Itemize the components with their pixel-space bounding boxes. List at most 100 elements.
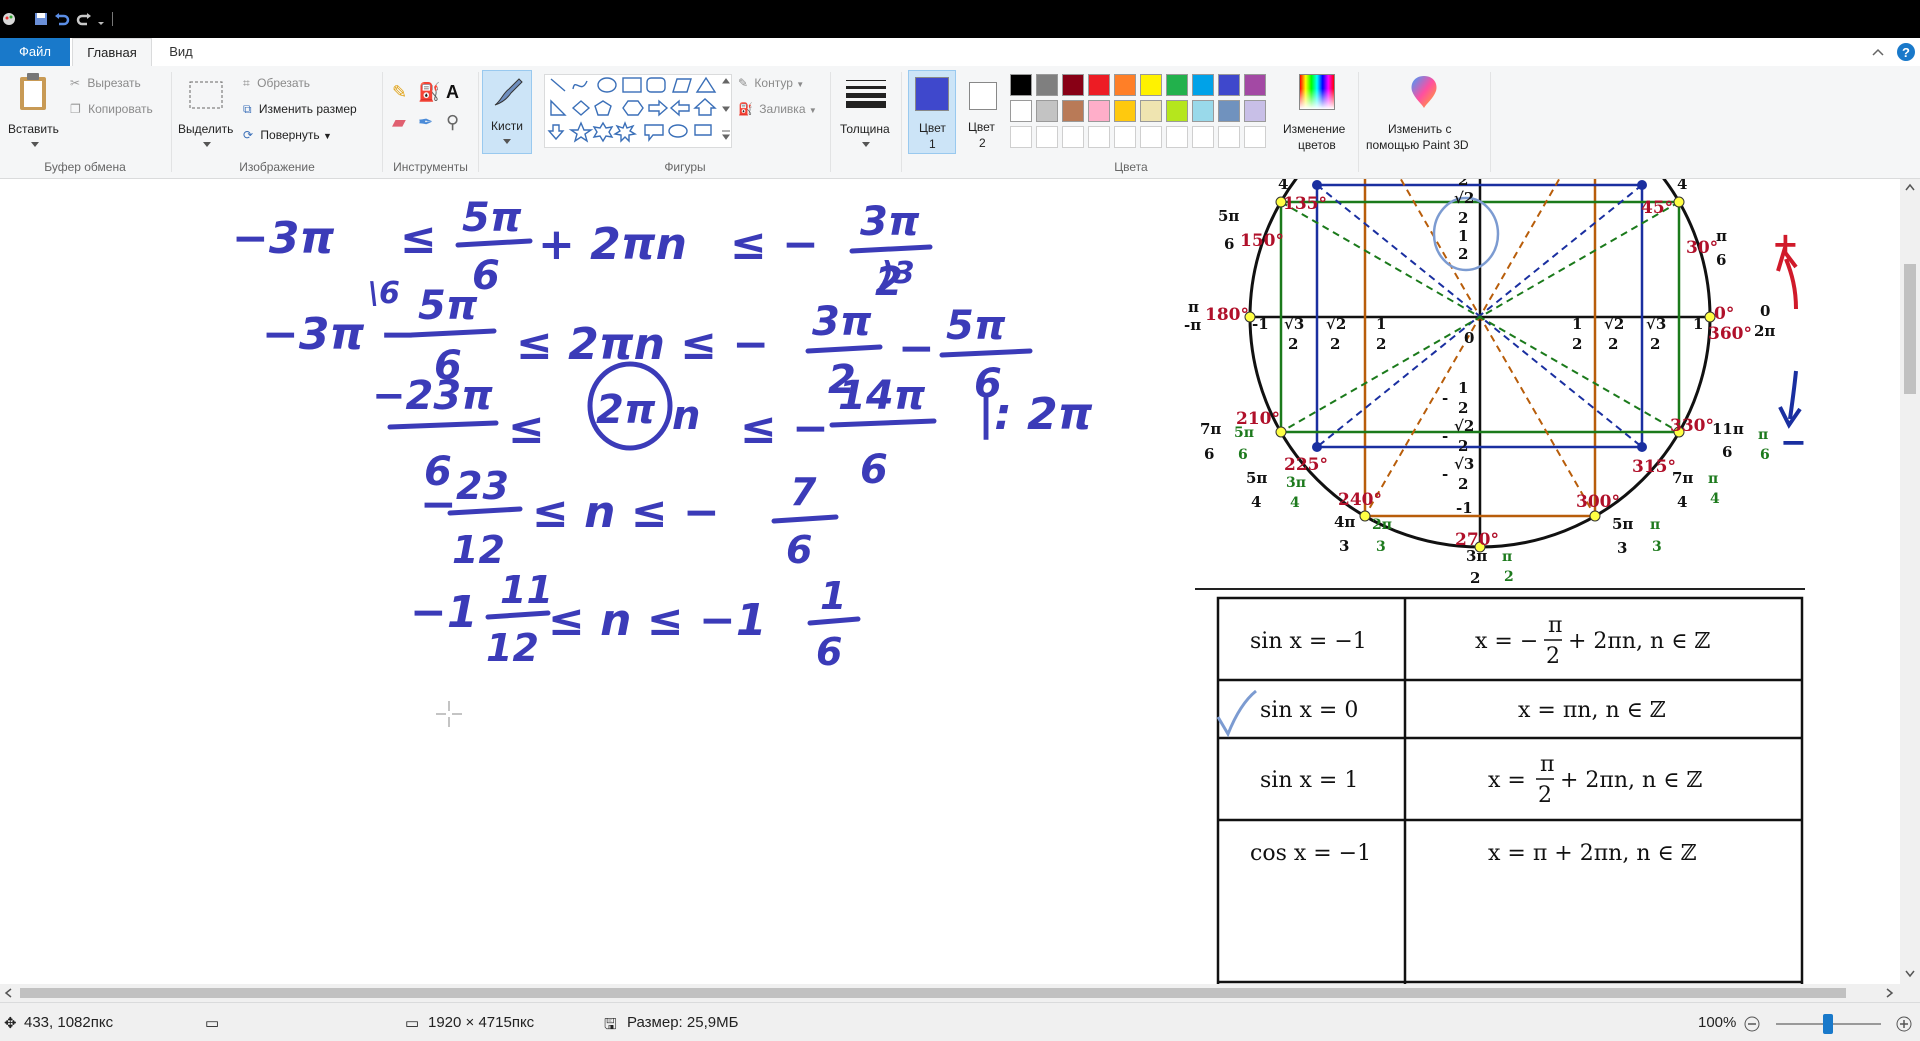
hw-4-b: ≤ n ≤ − — [532, 487, 720, 538]
scroll-right-icon[interactable] — [1886, 988, 1894, 998]
brushes-button[interactable]: Кисти — [482, 70, 532, 154]
formula-table: sin x = −1 x = − π 2 + 2πn, n ∈ ℤ sin x … — [1216, 596, 1804, 984]
rad-330-alt-num: π — [1758, 427, 1768, 443]
palette-color-swatch[interactable] — [1062, 74, 1084, 96]
palette-color-swatch[interactable] — [1244, 74, 1266, 96]
edit-colors-button[interactable]: Изменение цветов — [1280, 70, 1354, 154]
palette-color-swatch[interactable] — [1010, 100, 1032, 122]
text-tool-icon[interactable]: A — [446, 82, 459, 103]
zoom-out-icon[interactable] — [1744, 1016, 1760, 1032]
image-group-label: Изображение — [239, 160, 315, 174]
palette-color-swatch[interactable] — [1088, 126, 1110, 148]
scroll-up-icon[interactable] — [1905, 183, 1915, 191]
formula-row-3-pre: x = — [1488, 768, 1526, 793]
palette-color-swatch[interactable] — [1140, 126, 1162, 148]
magnifier-icon[interactable]: ⚲ — [446, 112, 459, 133]
palette-color-swatch[interactable] — [1166, 100, 1188, 122]
palette-color-swatch[interactable] — [1166, 74, 1188, 96]
rad-210-num: 7π — [1200, 420, 1221, 438]
palette-color-swatch[interactable] — [1218, 100, 1240, 122]
copy-button[interactable]: ❐ Копировать — [70, 102, 153, 116]
horizontal-scrollbar[interactable] — [0, 984, 1900, 1002]
rad-180-top: π — [1188, 298, 1199, 316]
crop-button[interactable]: ⌗ Обрезать — [243, 76, 310, 91]
horizontal-scroll-thumb[interactable] — [20, 988, 1846, 998]
palette-color-swatch[interactable] — [1010, 74, 1032, 96]
color1-button[interactable]: Цвет 1 — [908, 70, 956, 154]
shapes-gallery[interactable] — [544, 74, 732, 148]
palette-color-swatch[interactable] — [1088, 100, 1110, 122]
formula-row-1-post: + 2πn, n ∈ ℤ — [1568, 629, 1711, 654]
palette-color-swatch[interactable] — [1166, 126, 1188, 148]
deg-240: 240° — [1338, 490, 1382, 510]
eraser-icon[interactable]: ▰ — [392, 112, 406, 133]
palette-color-swatch[interactable] — [1036, 100, 1058, 122]
palette-color-swatch[interactable] — [1244, 100, 1266, 122]
tab-file[interactable]: Файл — [0, 38, 70, 66]
edit-colors-label-2: цветов — [1298, 138, 1336, 152]
deg-330: 330° — [1670, 416, 1714, 436]
rad-300-alt-num: π — [1650, 517, 1660, 533]
pencil-icon[interactable]: ✎ — [392, 82, 407, 103]
palette-color-swatch[interactable] — [1140, 100, 1162, 122]
palette-color-swatch[interactable] — [1218, 74, 1240, 96]
cut-button[interactable]: ✂ Вырезать — [70, 76, 141, 90]
palette-color-swatch[interactable] — [1114, 74, 1136, 96]
zoom-in-icon[interactable] — [1896, 1016, 1912, 1032]
palette-color-swatch[interactable] — [1192, 100, 1214, 122]
select-button[interactable]: Выделить — [176, 70, 238, 154]
undo-icon[interactable] — [53, 10, 71, 28]
rad-135-den: 4 — [1278, 179, 1288, 193]
drawing-canvas[interactable]: −3π ≤ 5π 6 + 2πn ≤ − 3π 2 \6 −3π − 5π 6 … — [0, 179, 1900, 984]
tab-view[interactable]: Вид — [154, 38, 208, 66]
palette-color-swatch[interactable] — [1062, 126, 1084, 148]
paint3d-icon — [1411, 76, 1437, 108]
deg-30: 30° — [1686, 238, 1718, 258]
palette-color-swatch[interactable] — [1036, 74, 1058, 96]
hw-2-a: −3π − — [262, 309, 416, 360]
save-icon[interactable] — [32, 10, 50, 28]
color2-button[interactable]: Цвет 2 — [960, 70, 1006, 154]
fill-bucket-icon[interactable]: ⛽ — [418, 82, 440, 103]
axis-one: 1 — [1693, 315, 1703, 333]
help-icon[interactable]: ? — [1896, 42, 1916, 62]
rad-330-num: 11π — [1712, 420, 1744, 438]
fill-button[interactable]: ⛽ Заливка ▼ — [738, 102, 817, 116]
palette-color-swatch[interactable] — [1114, 100, 1136, 122]
resize-button[interactable]: ⧉ Изменить размер — [243, 102, 357, 117]
palette-color-swatch[interactable] — [1062, 100, 1084, 122]
resize-label: Изменить размер — [258, 102, 357, 116]
fill-label: Заливка — [759, 102, 806, 116]
palette-color-swatch[interactable] — [1218, 126, 1240, 148]
palette-color-swatch[interactable] — [1140, 74, 1162, 96]
rad-270-num: 3π — [1466, 547, 1487, 565]
tab-home[interactable]: Главная — [72, 38, 152, 67]
vertical-scroll-thumb[interactable] — [1904, 264, 1916, 394]
palette-color-swatch[interactable] — [1036, 126, 1058, 148]
palette-color-swatch[interactable] — [1088, 74, 1110, 96]
zoom-slider-thumb[interactable] — [1823, 1014, 1833, 1034]
vertical-scrollbar[interactable] — [1900, 179, 1920, 984]
paste-button[interactable]: Вставить — [4, 70, 62, 154]
formula-row-3-den: 2 — [1538, 783, 1552, 808]
paint-app-icon[interactable] — [0, 10, 18, 28]
select-rectangle-icon — [189, 81, 223, 109]
scroll-left-icon[interactable] — [4, 988, 12, 998]
customize-toolbar-icon[interactable] — [96, 10, 106, 28]
rotate-button[interactable]: ⟳ Повернуть ▼ — [243, 128, 332, 142]
palette-color-swatch[interactable] — [1010, 126, 1032, 148]
palette-color-swatch[interactable] — [1192, 126, 1214, 148]
palette-color-swatch[interactable] — [1192, 74, 1214, 96]
clipboard-group-label: Буфер обмена — [44, 160, 126, 174]
scroll-down-icon[interactable] — [1905, 970, 1915, 978]
size-button[interactable]: Толщина — [836, 70, 896, 154]
hw-3-a-bar — [387, 420, 499, 430]
redo-icon[interactable] — [75, 10, 93, 28]
paint3d-button[interactable]: Изменить с помощью Paint 3D — [1362, 70, 1484, 154]
outline-button[interactable]: ✎ Контур ▼ — [738, 76, 804, 90]
palette-color-swatch[interactable] — [1244, 126, 1266, 148]
chevron-down-icon — [203, 142, 211, 147]
palette-color-swatch[interactable] — [1114, 126, 1136, 148]
color-picker-icon[interactable]: ✒ — [418, 112, 433, 133]
collapse-ribbon-icon[interactable] — [1872, 47, 1884, 57]
